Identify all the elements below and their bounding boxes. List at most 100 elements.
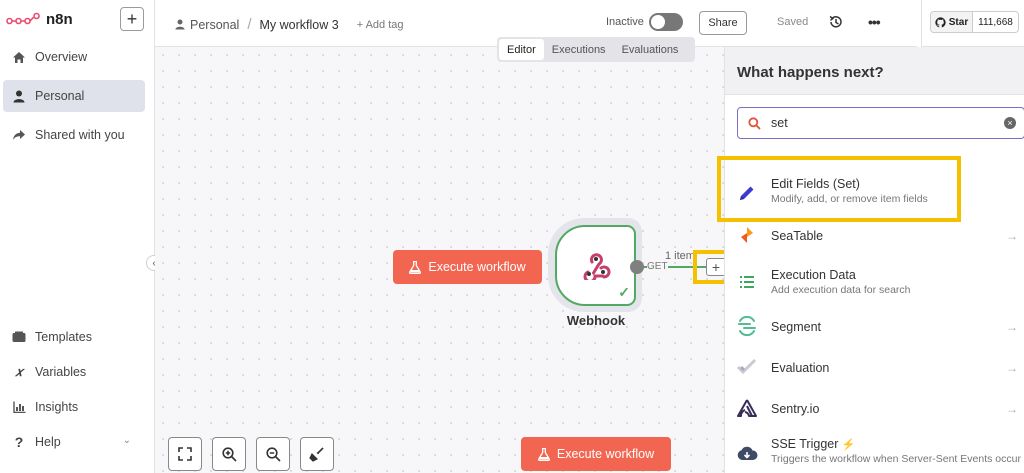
search-value: set: [771, 116, 788, 130]
webhook-node[interactable]: ✓: [555, 225, 636, 306]
github-star-label: Star: [948, 16, 969, 28]
flask-icon: [409, 260, 422, 274]
connection-method: GET: [647, 261, 668, 272]
breadcrumb: Personal / My workflow 3 + Add tag: [175, 16, 404, 33]
list-icon: [736, 271, 758, 293]
sidebar-item-overview[interactable]: Overview: [3, 41, 145, 73]
list-item-seatable[interactable]: SeaTable →: [725, 219, 1024, 259]
flask-icon: [537, 447, 550, 461]
execute-workflow-button[interactable]: Execute workflow: [393, 250, 542, 284]
item-title: Sentry.io: [771, 402, 820, 416]
sidebar-item-help[interactable]: ? Help ⌄: [3, 426, 145, 458]
arrow-right-icon: →: [1006, 361, 1018, 375]
sidebar-item-label: Help: [35, 435, 61, 449]
list-item-segment[interactable]: Segment →: [725, 310, 1024, 350]
sentry-icon: [736, 397, 758, 419]
webhook-icon: [583, 252, 610, 280]
workflow-name[interactable]: My workflow 3: [260, 18, 339, 32]
history-icon[interactable]: [827, 13, 845, 31]
panel-header: What happens next?: [725, 47, 1024, 95]
output-handle[interactable]: [630, 260, 644, 274]
home-icon: [11, 49, 27, 65]
templates-icon: [11, 329, 27, 345]
sidebar-item-insights[interactable]: Insights: [3, 391, 145, 423]
arrow-right-icon: →: [1006, 320, 1018, 334]
seatable-icon: [736, 224, 758, 246]
zoom-in-button[interactable]: [212, 437, 246, 471]
list-item-evaluation[interactable]: Evaluation →: [725, 351, 1024, 391]
zoom-out-icon: [265, 446, 281, 462]
arrow-right-icon: →: [1006, 402, 1018, 416]
node-label: Webhook: [566, 313, 626, 328]
github-star: Star: [931, 12, 973, 32]
more-options-icon[interactable]: •••: [868, 14, 881, 30]
search-icon: [748, 116, 761, 130]
sidebar-item-label: Variables: [35, 365, 87, 379]
execute-workflow-label: Execute workflow: [556, 447, 655, 461]
logo-text: n8n: [46, 10, 73, 28]
item-title: Segment: [771, 320, 822, 334]
item-title: Execution Data: [771, 268, 856, 282]
variables-icon: 𝑥: [15, 364, 23, 379]
list-item-sentry[interactable]: Sentry.io →: [725, 392, 1024, 432]
sidebar-item-personal[interactable]: Personal: [3, 80, 145, 112]
sidebar: n8n + Overview Personal Shared with you …: [0, 0, 155, 473]
segment-icon: [736, 315, 758, 337]
check-icon: [736, 356, 758, 378]
fit-view-icon: [178, 447, 192, 461]
sidebar-item-label: Overview: [35, 50, 88, 64]
view-tabs: Editor Executions Evaluations: [497, 37, 695, 62]
breadcrumb-separator: /: [247, 16, 252, 33]
sidebar-item-variables[interactable]: 𝑥 Variables: [3, 356, 145, 388]
node-search-input[interactable]: set ×: [737, 107, 1024, 139]
bolt-icon: ⚡: [841, 439, 856, 451]
item-title: SSE Trigger ⚡: [771, 437, 856, 451]
execute-workflow-button-bottom[interactable]: Execute workflow: [521, 437, 671, 471]
panel-title: What happens next?: [737, 64, 884, 81]
share-button[interactable]: Share: [699, 11, 747, 35]
insights-icon: [11, 399, 27, 415]
sidebar-item-shared[interactable]: Shared with you: [3, 119, 145, 151]
fit-view-button[interactable]: [168, 437, 202, 471]
item-description: Triggers the workflow when Server-Sent E…: [771, 453, 1021, 465]
tab-executions[interactable]: Executions: [544, 39, 614, 60]
tab-evaluations[interactable]: Evaluations: [614, 39, 687, 60]
tidy-up-button[interactable]: [300, 437, 334, 471]
n8n-logo-icon: [6, 12, 40, 25]
n8n-logo[interactable]: n8n: [6, 9, 73, 29]
chevron-down-icon: ⌄: [122, 435, 131, 446]
status-label: Inactive: [606, 16, 644, 28]
help-icon: ?: [14, 434, 24, 450]
item-title-text: SSE Trigger: [771, 437, 839, 451]
share-icon: [11, 127, 27, 143]
execute-workflow-label: Execute workflow: [428, 260, 526, 274]
arrow-right-icon: →: [1006, 229, 1018, 243]
tab-editor[interactable]: Editor: [499, 39, 544, 60]
broom-icon: [309, 447, 324, 462]
highlight-box-edit-fields: [717, 156, 961, 222]
cloud-download-icon: [736, 443, 758, 465]
clear-search-icon[interactable]: ×: [1004, 117, 1016, 129]
sidebar-item-label: Templates: [35, 330, 92, 344]
sidebar-item-label: Personal: [35, 89, 85, 103]
active-toggle[interactable]: [649, 13, 683, 31]
sidebar-item-templates[interactable]: Templates: [3, 321, 145, 353]
github-star-count: 111,668: [978, 16, 1013, 28]
sidebar-item-label: Shared with you: [35, 128, 125, 142]
connection-item-count: 1 item: [665, 250, 695, 262]
zoom-out-button[interactable]: [256, 437, 290, 471]
github-area: Star 111,668: [921, 0, 1024, 47]
add-tag-link[interactable]: + Add tag: [357, 19, 404, 31]
list-item-sse-trigger[interactable]: SSE Trigger ⚡ Triggers the workflow when…: [725, 433, 1024, 473]
github-star-button[interactable]: Star 111,668: [930, 11, 1019, 33]
item-title: SeaTable: [771, 229, 824, 243]
user-icon: [175, 19, 185, 30]
breadcrumb-project[interactable]: Personal: [190, 18, 239, 32]
item-title: Evaluation: [771, 361, 830, 375]
list-item-execution-data[interactable]: Execution Data Add execution data for se…: [725, 263, 1024, 303]
github-icon: [935, 16, 946, 27]
sidebar-item-label: Insights: [35, 400, 79, 414]
saved-status: Saved: [777, 16, 809, 28]
zoom-in-icon: [221, 446, 237, 462]
add-button[interactable]: +: [120, 7, 144, 31]
